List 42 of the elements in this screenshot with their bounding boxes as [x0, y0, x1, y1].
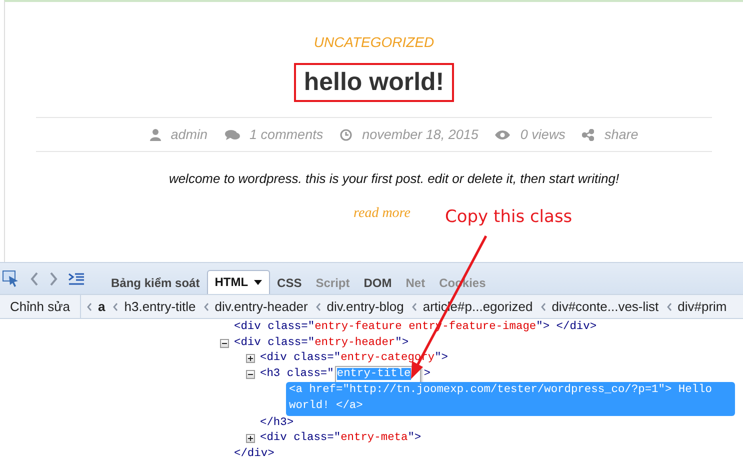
post-excerpt: welcome to wordpress. this is your first post. edit or delete it, then start writing!: [168, 171, 620, 186]
code-line[interactable]: <div class="entry-header">: [234, 336, 409, 352]
eye-icon: [495, 130, 510, 140]
inspect-icon[interactable]: [2, 270, 20, 288]
caret-icon[interactable]: [254, 280, 262, 285]
post-title: hello world!: [304, 69, 444, 96]
chevron-icon: [87, 302, 92, 310]
annotation-label: Copy this class: [445, 207, 572, 227]
meta-text: 0 views: [520, 127, 566, 142]
tab[interactable]: CSS: [270, 272, 309, 294]
tab[interactable]: HTML: [206, 270, 270, 294]
clock-icon: [340, 128, 352, 140]
breadcrumb[interactable]: h3.entry-title: [124, 299, 196, 314]
chevron-icon: [412, 302, 417, 310]
chevron-icon: [540, 302, 546, 310]
comments-icon: [224, 128, 240, 140]
collapse-icon[interactable]: [246, 370, 255, 379]
collapse-icon[interactable]: [220, 338, 229, 348]
chevron-icon: [113, 302, 118, 310]
expand-icon[interactable]: [246, 354, 255, 364]
chevron-icon: [666, 302, 672, 310]
user-icon: [150, 128, 161, 140]
code-line[interactable]: </div>: [234, 446, 274, 462]
breadcrumb[interactable]: div.entry-header: [214, 299, 308, 314]
breadcrumb[interactable]: div.entry-blog: [326, 299, 404, 314]
meta-text: 1 comments: [250, 127, 324, 142]
breadcrumb[interactable]: div#conte...ves-list: [552, 299, 659, 314]
tab[interactable]: Bảng kiểm soát: [104, 272, 207, 294]
meta-text: share: [604, 127, 638, 142]
breadcrumb[interactable]: div#prim: [678, 299, 727, 314]
chevron-icon: [204, 302, 209, 310]
meta-text: november 18, 2015: [362, 127, 478, 142]
code-line[interactable]: </h3>: [260, 416, 294, 432]
share-icon: [582, 128, 594, 140]
expand-icon[interactable]: [246, 434, 255, 444]
code-line[interactable]: <div class="entry-meta">: [260, 431, 422, 447]
edit-button[interactable]: Chỉnh sửa: [0, 295, 82, 318]
outline-icon[interactable]: [68, 273, 84, 285]
meta-text: admin: [170, 127, 208, 142]
chevron-icon: [316, 302, 321, 310]
tab[interactable]: DOM: [356, 272, 399, 294]
breadcrumb[interactable]: a: [98, 299, 106, 314]
